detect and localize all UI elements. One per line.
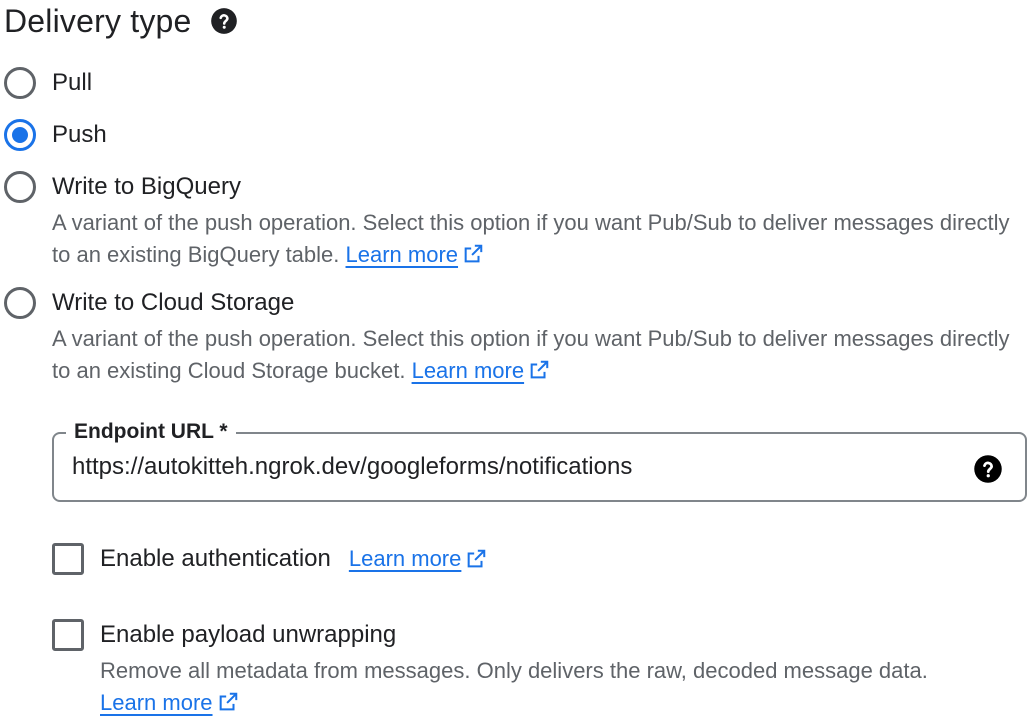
bigquery-learn-more-link[interactable]: Learn more — [346, 242, 459, 267]
push-radio[interactable] — [4, 119, 36, 151]
radio-option-push[interactable]: Push — [4, 119, 107, 151]
payload-unwrapping-description-text: Remove all metadata from messages. Only … — [100, 658, 928, 683]
radio-option-cloud-storage[interactable]: Write to Cloud Storage — [4, 287, 294, 319]
cloud-storage-learn-more-link[interactable]: Learn more — [412, 358, 525, 383]
payload-unwrapping-label: Enable payload unwrapping — [100, 621, 397, 648]
payload-unwrapping-option: Enable payload unwrapping — [52, 619, 396, 651]
endpoint-url-input[interactable] — [72, 450, 952, 484]
open-in-new-icon[interactable] — [462, 243, 484, 265]
cloud-storage-label: Write to Cloud Storage — [52, 289, 295, 316]
pull-label: Pull — [52, 69, 93, 96]
authentication-checkbox[interactable] — [52, 543, 84, 575]
open-in-new-icon[interactable] — [528, 359, 550, 381]
endpoint-url-label: Endpoint URL * — [66, 418, 236, 446]
payload-unwrapping-description: Remove all metadata from messages. Only … — [100, 655, 1025, 719]
open-in-new-icon[interactable] — [217, 691, 239, 713]
bigquery-description: A variant of the push operation. Select … — [52, 207, 1027, 271]
payload-unwrapping-learn-more-link[interactable]: Learn more — [100, 690, 213, 715]
cloud-storage-radio[interactable] — [4, 287, 36, 319]
cloud-storage-description: A variant of the push operation. Select … — [52, 323, 1027, 387]
bigquery-radio[interactable] — [4, 171, 36, 203]
open-in-new-icon[interactable] — [465, 548, 487, 570]
radio-option-bigquery[interactable]: Write to BigQuery — [4, 171, 241, 203]
radio-option-pull[interactable]: Pull — [4, 67, 92, 99]
authentication-learn-more-link[interactable]: Learn more — [349, 546, 462, 572]
authentication-label: Enable authentication — [100, 545, 331, 572]
bigquery-description-text: A variant of the push operation. Select … — [52, 210, 1010, 267]
pull-radio[interactable] — [4, 67, 36, 99]
payload-unwrapping-checkbox[interactable] — [52, 619, 84, 651]
authentication-option: Enable authentication Learn more — [52, 543, 487, 575]
help-icon[interactable] — [210, 7, 238, 35]
help-icon[interactable] — [973, 454, 1003, 484]
endpoint-url-field: Endpoint URL * — [52, 418, 1027, 502]
push-label: Push — [52, 121, 107, 148]
bigquery-label: Write to BigQuery — [52, 173, 241, 200]
section-title: Delivery type — [4, 2, 192, 39]
section-header: Delivery type — [4, 0, 238, 42]
